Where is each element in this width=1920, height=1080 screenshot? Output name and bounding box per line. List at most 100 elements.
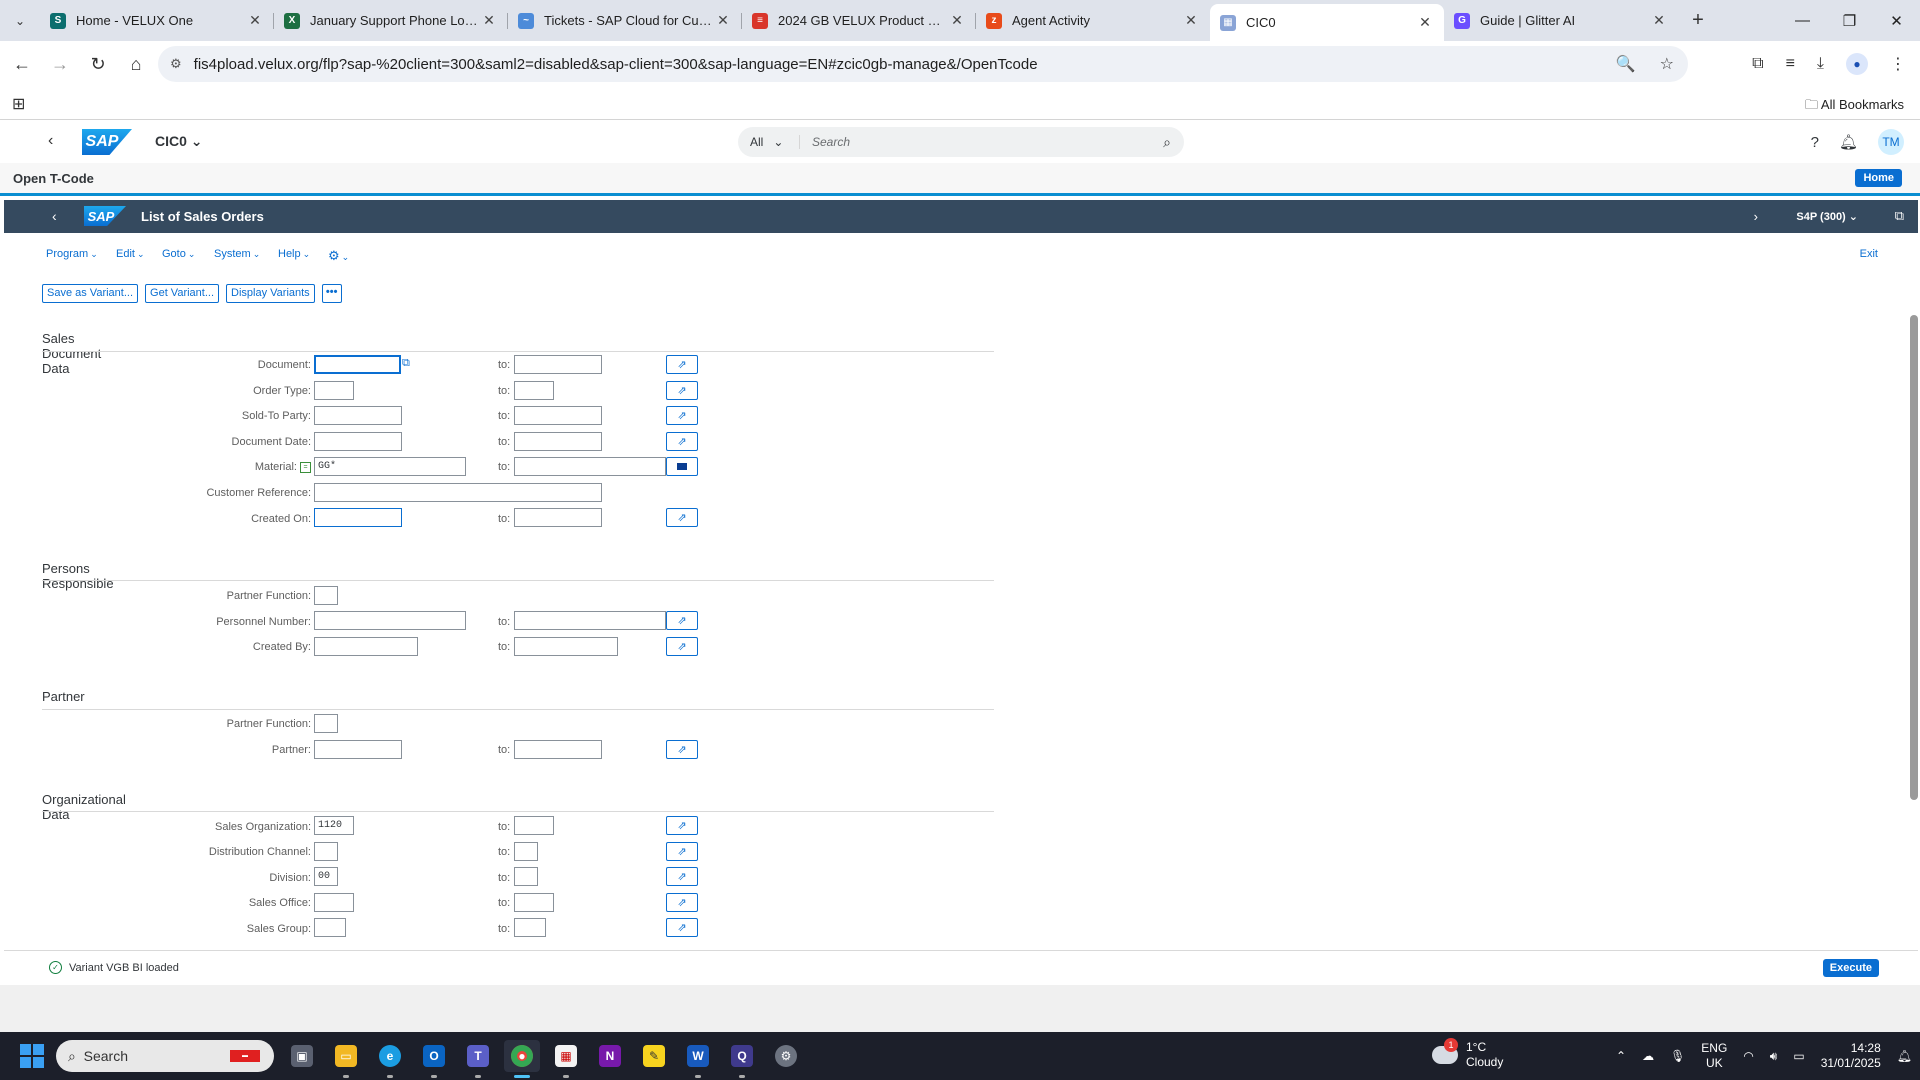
- tab-product-catalogue[interactable]: ≡ 2024 GB VELUX Product Catalogue ✕: [742, 4, 976, 37]
- sales-organization-to-field[interactable]: [514, 816, 554, 835]
- browser-menu-icon[interactable]: ⋮: [1890, 54, 1906, 74]
- multiple-selection-button[interactable]: ⇗: [666, 816, 698, 835]
- document-to-field[interactable]: [514, 355, 602, 374]
- bookmark-star-icon[interactable]: ☆: [1660, 54, 1674, 74]
- created-by-from-field[interactable]: [314, 637, 418, 656]
- exit-button[interactable]: Exit: [1860, 248, 1878, 260]
- gui-back-icon[interactable]: ‹: [52, 208, 57, 224]
- created-on-to-field[interactable]: [514, 508, 602, 527]
- new-tab-plus-icon[interactable]: +: [1678, 4, 1718, 37]
- settings-app-icon[interactable]: ⚙: [768, 1040, 804, 1072]
- multiple-selection-button[interactable]: ⇗: [666, 842, 698, 861]
- multiple-selection-button[interactable]: ⇗: [666, 893, 698, 912]
- multiple-selection-button[interactable]: ⇗: [666, 381, 698, 400]
- multiple-selection-button[interactable]: ⇗: [666, 508, 698, 527]
- menu-program[interactable]: Program ⌄: [46, 248, 98, 260]
- distribution-channel-to-field[interactable]: [514, 842, 538, 861]
- personnel-number-from-field[interactable]: [314, 611, 466, 630]
- forward-chevron-icon[interactable]: ›: [1754, 209, 1758, 224]
- chrome-icon[interactable]: ●: [504, 1040, 540, 1078]
- minimize-icon[interactable]: —: [1779, 0, 1826, 41]
- document-date-from-field[interactable]: [314, 432, 402, 451]
- forward-arrow-icon[interactable]: →: [44, 48, 76, 80]
- close-window-icon[interactable]: ✕: [1873, 0, 1920, 41]
- help-icon[interactable]: ?: [1811, 134, 1819, 151]
- profile-avatar-icon[interactable]: ●: [1846, 53, 1868, 75]
- save-as-variant-button[interactable]: Save as Variant...: [42, 284, 139, 303]
- menu-help[interactable]: Help ⌄: [278, 248, 310, 260]
- task-view-icon[interactable]: ▣: [284, 1040, 320, 1072]
- display-variants-button[interactable]: Display Variants: [226, 284, 315, 303]
- sold-to-party-to-field[interactable]: [514, 406, 602, 425]
- tab-tickets-c4c[interactable]: ~ Tickets - SAP Cloud for Customer ✕: [508, 4, 742, 37]
- clock[interactable]: 14:28 31/01/2025: [1821, 1041, 1881, 1071]
- home-button[interactable]: Home: [1855, 169, 1902, 187]
- close-tab-icon[interactable]: ✕: [714, 12, 732, 29]
- tab-cic0[interactable]: ▦ CIC0 ✕: [1210, 4, 1444, 41]
- close-tab-icon[interactable]: ✕: [480, 12, 498, 29]
- execute-button[interactable]: Execute: [1822, 959, 1879, 977]
- material-from-field[interactable]: GG*: [314, 457, 466, 476]
- sticky-notes-icon[interactable]: ✎: [636, 1040, 672, 1072]
- windows-start-icon[interactable]: [20, 1044, 44, 1068]
- partner-function-field[interactable]: [314, 714, 338, 733]
- tab-home-velux-one[interactable]: S Home - VELUX One ✕: [40, 4, 274, 37]
- multiple-selection-active-button[interactable]: [666, 457, 698, 476]
- url-bar[interactable]: ⚙ fis4pload.velux.org/flp?sap-%20client=…: [158, 46, 1688, 82]
- all-bookmarks[interactable]: 🗀 All Bookmarks: [1805, 96, 1904, 118]
- gui-layout-icon[interactable]: ⧉: [1895, 208, 1904, 224]
- personnel-number-to-field[interactable]: [514, 611, 666, 630]
- multiple-selection-button[interactable]: ⇗: [666, 432, 698, 451]
- tab-glitter-guide[interactable]: G Guide | Glitter AI ✕: [1444, 4, 1678, 37]
- language-indicator[interactable]: ENG UK: [1701, 1041, 1727, 1071]
- close-tab-icon[interactable]: ✕: [1650, 12, 1668, 29]
- back-arrow-icon[interactable]: ←: [6, 48, 38, 80]
- division-from-field[interactable]: 00: [314, 867, 338, 886]
- sales-office-from-field[interactable]: [314, 893, 354, 912]
- shell-back-icon[interactable]: ‹: [48, 132, 53, 150]
- close-tab-icon[interactable]: ✕: [1416, 14, 1434, 31]
- edge-icon[interactable]: e: [372, 1040, 408, 1078]
- document-from-field[interactable]: [314, 355, 401, 374]
- order-type-from-field[interactable]: [314, 381, 354, 400]
- pr-partner-function-field[interactable]: [314, 586, 338, 605]
- search-category-select[interactable]: All ⌄: [738, 135, 800, 149]
- menu-goto[interactable]: Goto ⌄: [162, 248, 195, 260]
- menu-system[interactable]: System ⌄: [214, 248, 260, 260]
- multiple-selection-button[interactable]: ⇗: [666, 355, 698, 374]
- close-tab-icon[interactable]: ✕: [1182, 12, 1200, 29]
- notifications-bell-icon[interactable]: 🔔︎: [1839, 133, 1858, 151]
- order-type-to-field[interactable]: [514, 381, 554, 400]
- extensions-puzzle-icon[interactable]: ⧉: [1752, 55, 1763, 73]
- reading-list-icon[interactable]: ≡: [1786, 55, 1795, 73]
- close-tab-icon[interactable]: ✕: [948, 12, 966, 29]
- sales-office-to-field[interactable]: [514, 893, 554, 912]
- app-title-menu[interactable]: CIC0 ⌄: [155, 133, 203, 150]
- settings-gear-icon[interactable]: ⚙ ⌄: [328, 248, 349, 264]
- outlook-icon[interactable]: O: [416, 1040, 452, 1078]
- home-icon[interactable]: ⌂: [120, 48, 152, 80]
- battery-icon[interactable]: ▭: [1793, 1049, 1804, 1063]
- sold-to-party-from-field[interactable]: [314, 406, 402, 425]
- qlik-icon[interactable]: Q: [724, 1040, 760, 1078]
- microphone-icon[interactable]: 🎙︎: [1670, 1049, 1685, 1063]
- weather-widget[interactable]: 1 1°C Cloudy: [1432, 1038, 1503, 1070]
- sales-organization-from-field[interactable]: 1120: [314, 816, 354, 835]
- search-icon[interactable]: ⌕: [1150, 134, 1184, 151]
- more-actions-button[interactable]: •••: [321, 284, 342, 303]
- sales-group-from-field[interactable]: [314, 918, 346, 937]
- calculator-app-icon[interactable]: ▦: [548, 1040, 584, 1078]
- created-by-to-field[interactable]: [514, 637, 618, 656]
- system-menu[interactable]: S4P (300) ⌄: [1796, 210, 1858, 223]
- multiple-selection-button[interactable]: ⇗: [666, 406, 698, 425]
- apps-grid-icon[interactable]: ⊞: [12, 94, 25, 114]
- word-icon[interactable]: W: [680, 1040, 716, 1078]
- close-tab-icon[interactable]: ✕: [246, 12, 264, 29]
- get-variant-button[interactable]: Get Variant...: [145, 284, 220, 303]
- shell-search[interactable]: All ⌄ Search ⌕: [738, 127, 1184, 157]
- reload-icon[interactable]: ↻: [82, 48, 114, 80]
- multiple-selection-button[interactable]: ⇗: [666, 637, 698, 656]
- teams-icon[interactable]: T: [460, 1040, 496, 1078]
- url-text[interactable]: fis4pload.velux.org/flp?sap-%20client=30…: [194, 56, 1038, 73]
- material-to-field[interactable]: [514, 457, 666, 476]
